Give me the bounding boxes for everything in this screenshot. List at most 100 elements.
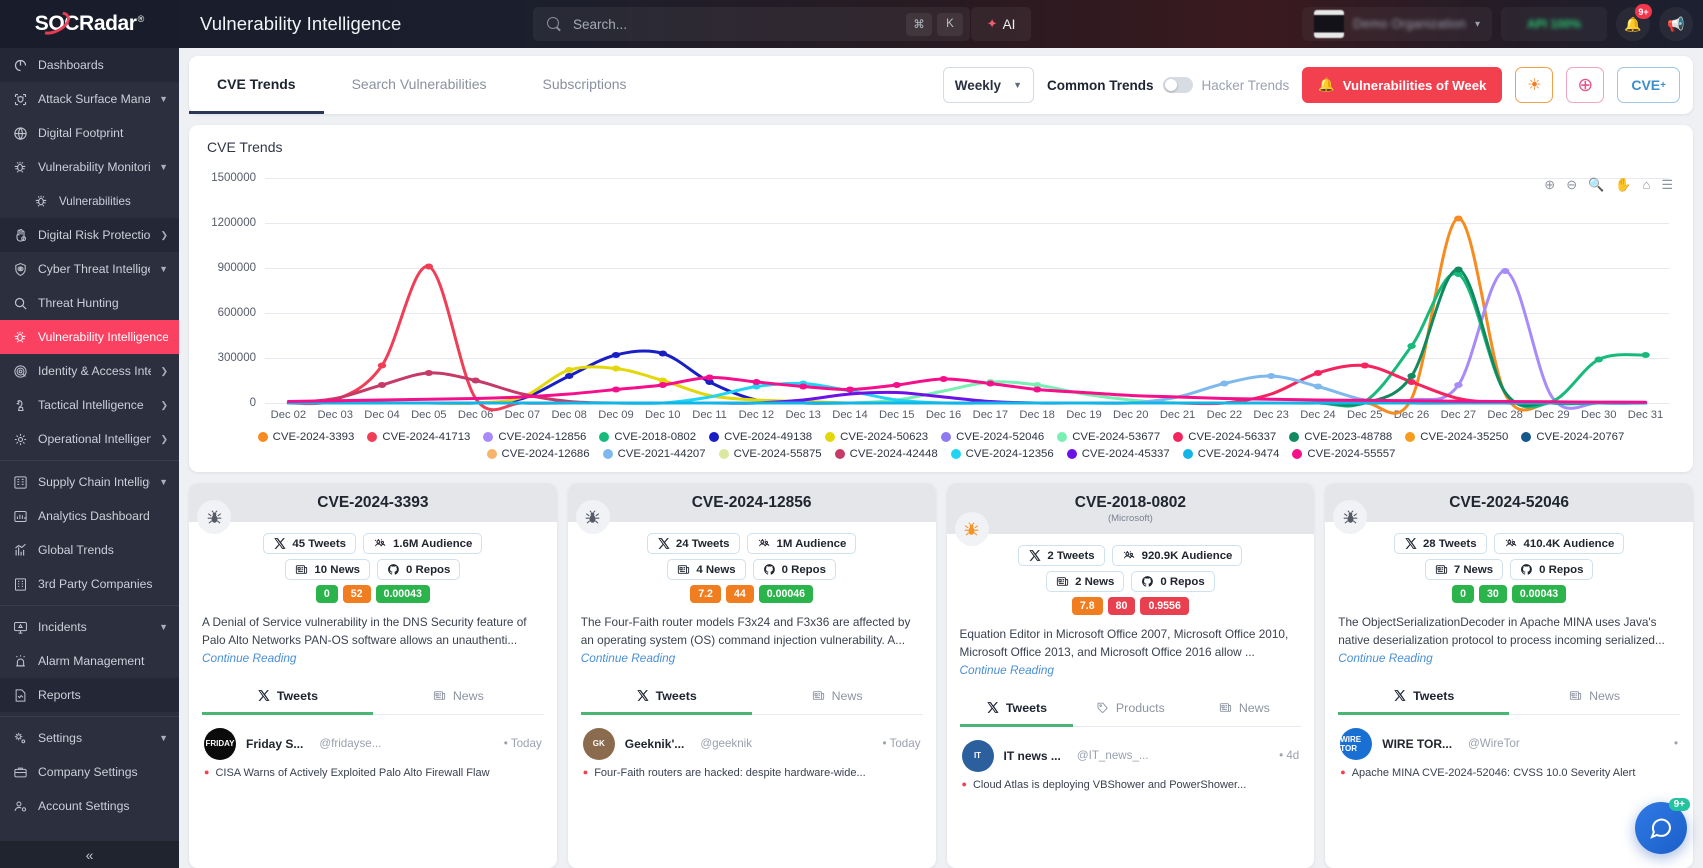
brand-logo[interactable]: SOCRadar ® <box>0 0 179 48</box>
reset-icon[interactable]: ⌂ <box>1642 178 1650 191</box>
legend-item-CVE-2024-12356[interactable]: CVE-2024-12356 <box>950 448 1054 460</box>
legend-item-CVE-2024-35250[interactable]: CVE-2024-35250 <box>1405 431 1508 443</box>
cve-plus-button[interactable]: CVE + <box>1617 67 1680 103</box>
sidebar-item-attack-surface-management[interactable]: Attack Surface Management ▼ <box>0 82 179 116</box>
card-tab-news[interactable]: News <box>1187 693 1301 727</box>
legend-item-CVE-2018-0802[interactable]: CVE-2018-0802 <box>599 431 696 443</box>
news-chip[interactable]: 2 News <box>1046 571 1125 592</box>
sidebar-item-settings[interactable]: Settings ▼ <box>0 721 179 755</box>
sidebar-item-supply-chain-intelligence[interactable]: Supply Chain Intelligence ▼ <box>0 465 179 499</box>
audience-chip[interactable]: 1.6M Audience <box>363 533 483 554</box>
legend-item-CVE-2021-44207[interactable]: CVE-2021-44207 <box>602 448 706 460</box>
news-chip[interactable]: 7 News <box>1424 559 1504 580</box>
legend-item-CVE-2024-55875[interactable]: CVE-2024-55875 <box>718 448 822 460</box>
selection-zoom-icon[interactable]: 🔍 <box>1588 178 1604 191</box>
sidebar-item-reports[interactable]: Reports <box>0 678 179 712</box>
card-tab-tweets[interactable]: Tweets <box>1338 681 1510 715</box>
trends-toggle-group[interactable]: Common Trends Hacker Trends <box>1047 77 1289 93</box>
menu-icon[interactable]: ☰ <box>1661 178 1673 191</box>
sidebar-item-account-settings[interactable]: Account Settings <box>0 789 179 823</box>
api-status-chip[interactable]: API 100% <box>1501 7 1607 41</box>
sidebar-item-digital-footprint[interactable]: Digital Footprint <box>0 116 179 150</box>
continue-reading-link[interactable]: Continue Reading <box>960 663 1054 677</box>
pan-icon[interactable]: ✋ <box>1615 178 1631 191</box>
card-tab-products[interactable]: Products <box>1073 693 1187 727</box>
sidebar-item-incidents[interactable]: Incidents ▼ <box>0 610 179 644</box>
tweets-chip[interactable]: 24 Tweets <box>646 533 740 554</box>
tweet-item[interactable]: FRIDAY Friday S... @fridayse... • Today <box>202 715 544 766</box>
card-tab-tweets[interactable]: Tweets <box>959 693 1074 727</box>
sidebar-item-cyber-threat-intelligence[interactable]: Cyber Threat Intelligence ▼ <box>0 252 179 286</box>
tweets-chip[interactable]: 2 Tweets <box>1018 545 1105 566</box>
audience-chip[interactable]: 1M Audience <box>746 533 857 554</box>
sidebar-item-identity-access-intelligence[interactable]: Identity & Access Intelligence ❯ <box>0 354 179 388</box>
ai-assistant-button[interactable]: ✦ AI <box>971 7 1031 41</box>
zoom-in-icon[interactable]: ⊕ <box>1544 178 1555 191</box>
sidebar-item-vulnerabilities[interactable]: Vulnerabilities <box>0 184 179 218</box>
period-select[interactable]: Weekly ▼ <box>942 67 1034 103</box>
card-tab-news[interactable]: News <box>1509 681 1680 715</box>
continue-reading-link[interactable]: Continue Reading <box>1338 651 1432 665</box>
tab-cve-trends[interactable]: CVE Trends <box>189 56 324 114</box>
search-input[interactable] <box>573 16 901 32</box>
audience-chip[interactable]: 410.4K Audience <box>1493 533 1625 554</box>
repos-chip[interactable]: 0 Repos <box>1131 571 1215 592</box>
organization-selector[interactable]: Demo Organization ▾ <box>1302 7 1492 41</box>
chat-support-button[interactable]: 9+ <box>1635 798 1690 854</box>
legend-item-CVE-2024-42448[interactable]: CVE-2024-42448 <box>834 448 938 460</box>
sidebar-item-vulnerability-monitoring[interactable]: Vulnerability Monitoring ▼ <box>0 150 179 184</box>
legend-item-CVE-2024-52046[interactable]: CVE-2024-52046 <box>941 431 1044 443</box>
add-button[interactable]: ⊕ <box>1566 67 1605 103</box>
tab-search-vulnerabilities[interactable]: Search Vulnerabilities <box>324 56 515 114</box>
vulnerabilities-of-week-button[interactable]: 🔔 Vulnerabilities of Week <box>1302 67 1503 103</box>
legend-item-CVE-2024-45337[interactable]: CVE-2024-45337 <box>1066 448 1170 460</box>
legend-item-CVE-2024-49138[interactable]: CVE-2024-49138 <box>709 431 812 443</box>
sidebar-item-3rd-party-companies[interactable]: 3rd Party Companies <box>0 567 179 601</box>
legend-item-CVE-2024-20767[interactable]: CVE-2024-20767 <box>1521 431 1624 443</box>
repos-chip[interactable]: 0 Repos <box>752 559 836 580</box>
trends-toggle-switch[interactable] <box>1162 77 1193 93</box>
virus-button[interactable]: ☀ <box>1515 67 1554 103</box>
sidebar-item-tactical-intelligence[interactable]: Tactical Intelligence ❯ <box>0 388 179 422</box>
continue-reading-link[interactable]: Continue Reading <box>581 651 675 665</box>
tweets-chip[interactable]: 45 Tweets <box>263 533 356 554</box>
legend-item-CVE-2024-41713[interactable]: CVE-2024-41713 <box>367 431 470 443</box>
sidebar-item-analytics-dashboard[interactable]: Analytics Dashboard <box>0 499 179 533</box>
repos-chip[interactable]: 0 Repos <box>1510 559 1594 580</box>
zoom-out-icon[interactable]: ⊖ <box>1566 178 1577 191</box>
tab-subscriptions[interactable]: Subscriptions <box>514 56 654 114</box>
sidebar-item-alarm-management[interactable]: Alarm Management <box>0 644 179 678</box>
legend-item-CVE-2024-50623[interactable]: CVE-2024-50623 <box>825 431 928 443</box>
sidebar-item-global-trends[interactable]: Global Trends <box>0 533 179 567</box>
legend-item-CVE-2024-3393[interactable]: CVE-2024-3393 <box>257 431 354 443</box>
card-tab-tweets[interactable]: Tweets <box>580 681 752 715</box>
sidebar-item-digital-risk-protection[interactable]: Digital Risk Protection ❯ <box>0 218 179 252</box>
card-tab-tweets[interactable]: Tweets <box>202 681 373 715</box>
legend-item-CVE-2024-56337[interactable]: CVE-2024-56337 <box>1173 431 1276 443</box>
sidebar-collapse-button[interactable]: « <box>0 841 179 868</box>
tweets-chip[interactable]: 28 Tweets <box>1393 533 1487 554</box>
legend-item-CVE-2024-53677[interactable]: CVE-2024-53677 <box>1057 431 1160 443</box>
repos-chip[interactable]: 0 Repos <box>377 559 461 580</box>
continue-reading-link[interactable]: Continue Reading <box>202 651 296 665</box>
sidebar-item-vulnerability-intelligence[interactable]: Vulnerability Intelligence <box>0 320 179 354</box>
sidebar-item-operational-intelligence[interactable]: Operational Intelligence ❯ <box>0 422 179 456</box>
news-chip[interactable]: 4 News <box>667 559 746 580</box>
legend-item-CVE-2023-48788[interactable]: CVE-2023-48788 <box>1289 431 1392 443</box>
sidebar-item-company-settings[interactable]: Company Settings <box>0 755 179 789</box>
legend-item-CVE-2024-9474[interactable]: CVE-2024-9474 <box>1182 448 1279 460</box>
announcements-button[interactable]: 📢 <box>1659 7 1693 41</box>
legend-item-CVE-2024-12856[interactable]: CVE-2024-12856 <box>483 431 586 443</box>
notifications-button[interactable]: 🔔 9+ <box>1616 4 1652 41</box>
card-tab-news[interactable]: News <box>373 681 544 715</box>
tweet-item[interactable]: WIRE TOR WIRE TOR... @WireTor • <box>1338 715 1680 766</box>
sidebar-item-threat-hunting[interactable]: Threat Hunting <box>0 286 179 320</box>
tweet-item[interactable]: GK Geeknik'... @geeknik • Today <box>581 715 923 766</box>
legend-item-CVE-2024-12686[interactable]: CVE-2024-12686 <box>486 448 590 460</box>
tweet-item[interactable]: IT IT news ... @IT_news_... • 4d <box>960 727 1302 778</box>
news-chip[interactable]: 10 News <box>285 559 371 580</box>
global-search[interactable]: ⌘ K <box>533 7 970 41</box>
audience-chip[interactable]: 920.9K Audience <box>1111 545 1243 566</box>
card-tab-news[interactable]: News <box>752 681 923 715</box>
legend-item-CVE-2024-55557[interactable]: CVE-2024-55557 <box>1292 448 1395 460</box>
